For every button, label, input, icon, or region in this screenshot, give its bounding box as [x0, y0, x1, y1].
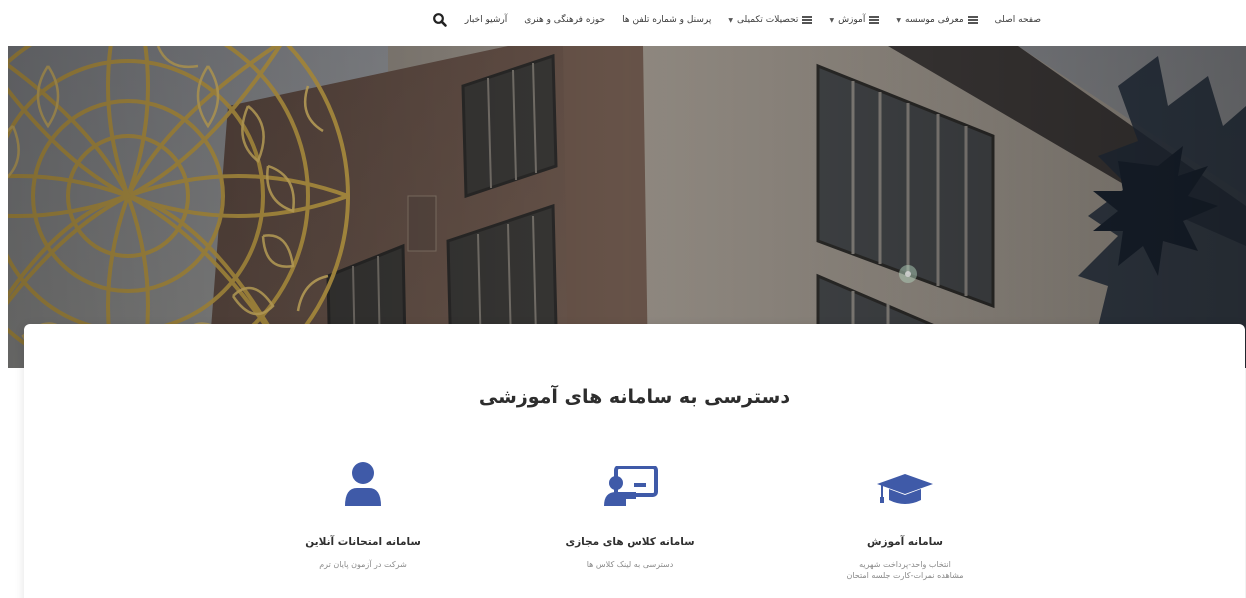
search-button[interactable]	[432, 12, 448, 28]
nav-item-label: صفحه اصلی	[994, 15, 1041, 25]
virtual-class-icon	[530, 464, 730, 506]
service-name: سامانه کلاس های مجازی	[565, 536, 695, 548]
services-card: دسترسی به سامانه های آموزشی سامانه آموزش…	[24, 324, 1245, 598]
menu-icon	[967, 16, 978, 24]
section-title: دسترسی به سامانه های آموزشی	[478, 386, 791, 408]
nav-item-education[interactable]: آموزش ▼	[829, 15, 880, 25]
service-education[interactable]: سامانه آموزش انتخاب واحد-پرداخت شهریه مش…	[805, 464, 1005, 581]
service-name: سامانه امتحانات آنلاین	[305, 536, 421, 548]
caret-down-icon: ▼	[896, 16, 901, 24]
service-description-line: انتخاب واحد-پرداخت شهریه	[859, 560, 951, 569]
service-description: شرکت در آزمون پایان ترم	[263, 559, 463, 570]
hero-banner	[8, 46, 1246, 368]
user-icon	[263, 462, 463, 506]
nav-item-graduate-studies[interactable]: تحصیلات تکمیلی ▼	[728, 15, 813, 25]
menu-icon	[802, 16, 813, 24]
hero-image	[8, 46, 1246, 368]
service-virtual-classes[interactable]: سامانه کلاس های مجازی دسترسی به لینک کلا…	[530, 464, 730, 570]
nav-item-label: حوزه فرهنگی و هنری	[524, 15, 606, 25]
nav-item-home[interactable]: صفحه اصلی	[995, 15, 1041, 25]
nav-item-staff-phones[interactable]: پرسنل و شماره تلفن ها	[622, 15, 711, 25]
caret-down-icon: ▼	[728, 16, 734, 24]
nav-item-label: تحصیلات تکمیلی	[737, 15, 799, 25]
service-description: دسترسی به لینک کلاس ها	[530, 559, 730, 570]
nav-item-label: معرفی موسسه	[905, 15, 964, 25]
graduation-cap-icon	[805, 464, 1005, 506]
nav-item-label: آرشیو اخبار	[464, 15, 508, 25]
service-name: سامانه آموزش	[867, 536, 943, 548]
nav-item-label: آموزش	[838, 15, 866, 25]
service-description-line: مشاهده نمرات-کارت جلسه امتحان	[846, 571, 964, 580]
top-navigation: صفحه اصلی معرفی موسسه ▼ آموزش ▼ تحصیلات …	[432, 10, 1041, 30]
service-online-exams[interactable]: سامانه امتحانات آنلاین شرکت در آزمون پای…	[263, 462, 463, 570]
service-description-line: شرکت در آزمون پایان ترم	[319, 560, 407, 569]
nav-item-about[interactable]: معرفی موسسه ▼	[896, 15, 978, 25]
nav-item-news-archive[interactable]: آرشیو اخبار	[465, 15, 507, 25]
nav-item-label: پرسنل و شماره تلفن ها	[622, 15, 712, 25]
nav-item-culture-art[interactable]: حوزه فرهنگی و هنری	[524, 15, 605, 25]
caret-down-icon: ▼	[829, 16, 835, 24]
service-description: انتخاب واحد-پرداخت شهریه مشاهده نمرات-کا…	[805, 559, 1005, 581]
menu-icon	[869, 16, 880, 24]
service-description-line: دسترسی به لینک کلاس ها	[586, 560, 674, 569]
search-icon	[432, 13, 447, 27]
